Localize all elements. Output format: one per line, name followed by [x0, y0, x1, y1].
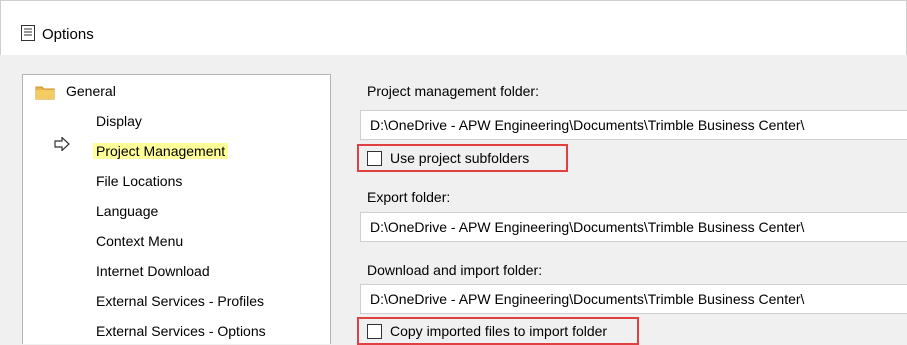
project-folder-field[interactable]: D:\OneDrive - APW Engineering\Documents\…	[360, 110, 907, 140]
tree-item-label: General	[66, 83, 116, 99]
tree-item-internet-download[interactable]: Internet Download	[96, 260, 210, 282]
options-dialog-icon	[21, 25, 35, 41]
tree-item-context-menu[interactable]: Context Menu	[96, 230, 183, 252]
use-subfolders-option[interactable]: Use project subfolders	[357, 144, 568, 172]
dialog-title: Options	[42, 26, 94, 43]
tree-item-label: Context Menu	[96, 233, 184, 249]
export-folder-field[interactable]: D:\OneDrive - APW Engineering\Documents\…	[360, 212, 907, 242]
tree-item-label: Internet Download	[96, 263, 210, 279]
tree-item-label: Language	[96, 203, 159, 219]
export-folder-label: Export folder:	[367, 189, 451, 205]
tree-item-external-services-options[interactable]: External Services - Options	[96, 320, 266, 342]
dialog-title-bar: Options	[0, 0, 907, 55]
tree-item-file-locations[interactable]: File Locations	[96, 170, 182, 192]
copy-imported-option[interactable]: Copy imported files to import folder	[357, 317, 639, 345]
tree-item-label: Display	[96, 113, 142, 129]
copy-imported-label: Copy imported files to import folder	[390, 323, 608, 339]
tree-item-general[interactable]: General	[66, 80, 116, 102]
tree-item-label: External Services - Profiles	[96, 293, 265, 309]
tree-item-label: File Locations	[96, 173, 183, 189]
folder-icon	[35, 86, 55, 100]
use-subfolders-label: Use project subfolders	[390, 150, 530, 166]
import-folder-label: Download and import folder:	[367, 262, 543, 278]
tree-item-external-services-profiles[interactable]: External Services - Profiles	[96, 290, 264, 312]
options-category-tree[interactable]: General Display Project Management File …	[22, 74, 331, 344]
tree-item-project-management[interactable]: Project Management	[93, 140, 229, 162]
tree-item-language[interactable]: Language	[96, 200, 158, 222]
import-folder-field[interactable]: D:\OneDrive - APW Engineering\Documents\…	[360, 284, 907, 314]
tree-item-display[interactable]: Display	[96, 110, 142, 132]
copy-imported-checkbox[interactable]	[367, 323, 382, 339]
tree-item-label: External Services - Options	[96, 323, 266, 339]
tree-item-label: Project Management	[93, 143, 229, 159]
selected-arrow-icon	[54, 137, 70, 151]
project-folder-label: Project management folder:	[367, 83, 539, 99]
use-subfolders-checkbox[interactable]	[367, 150, 382, 166]
